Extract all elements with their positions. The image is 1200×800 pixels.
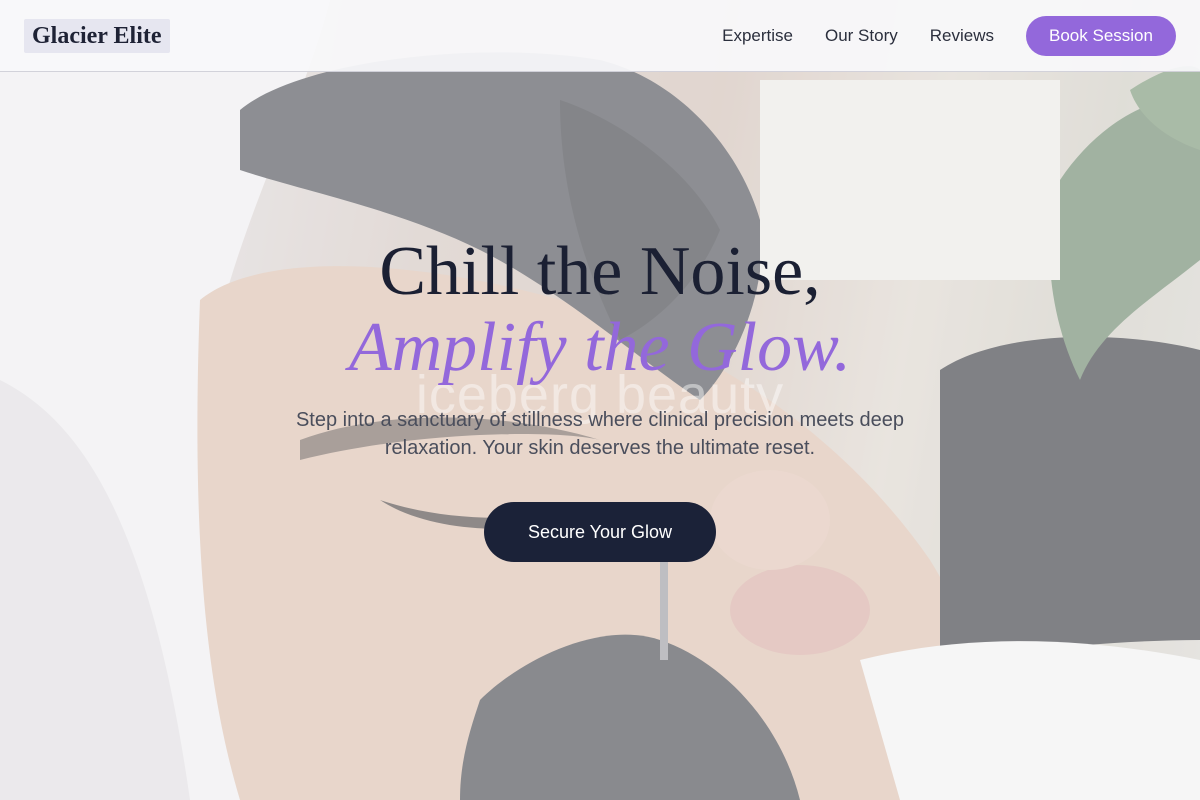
nav-link-our-story[interactable]: Our Story <box>825 26 898 46</box>
brand-logo[interactable]: Glacier Elite <box>24 19 170 53</box>
secure-your-glow-button[interactable]: Secure Your Glow <box>484 502 716 562</box>
nav-link-reviews[interactable]: Reviews <box>930 26 994 46</box>
navbar: Glacier Elite Expertise Our Story Review… <box>0 0 1200 72</box>
nav-links: Expertise Our Story Reviews <box>722 0 994 72</box>
hero-heading: Chill the Noise, Amplify the Glow. <box>0 232 1200 384</box>
headline-line-1: Chill the Noise, <box>379 233 821 310</box>
nav-link-expertise[interactable]: Expertise <box>722 26 793 46</box>
hero-subtitle: Step into a sanctuary of stillness where… <box>295 409 905 459</box>
book-session-button[interactable]: Book Session <box>1026 16 1176 56</box>
headline-line-2: Amplify the Glow. <box>348 309 852 386</box>
